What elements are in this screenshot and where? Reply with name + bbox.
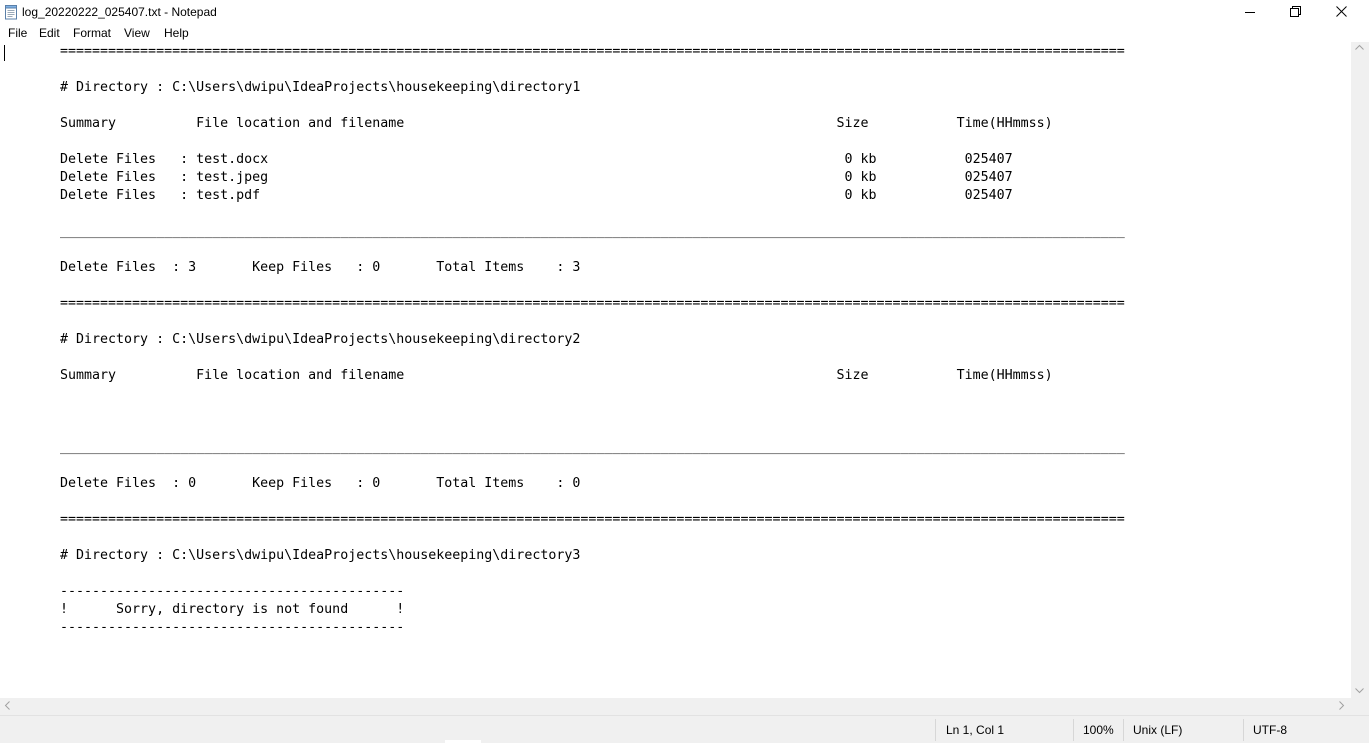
document-text: ========================================… [60, 43, 1125, 637]
scroll-right-icon[interactable] [1339, 701, 1345, 710]
menu-bar: File Edit Format View Help [0, 23, 1369, 42]
scroll-up-icon[interactable] [1355, 44, 1364, 50]
close-button[interactable] [1318, 0, 1364, 23]
close-icon [1335, 6, 1347, 17]
status-line-ending: Unix (LF) [1133, 723, 1183, 737]
status-cursor-position: Ln 1, Col 1 [946, 723, 1005, 737]
text-line: Delete Files : test.jpeg 0 kb 025407 [60, 170, 1013, 185]
status-bar: Ln 1, Col 1 100% Unix (LF) UTF-8 [0, 715, 1369, 743]
text-line: Delete Files : 3 Keep Files : 0 Total It… [60, 260, 581, 275]
text-line: ________________________________________… [60, 440, 1125, 455]
status-divider [1073, 719, 1074, 741]
status-encoding: UTF-8 [1253, 723, 1287, 737]
vertical-scrollbar[interactable] [1351, 42, 1369, 698]
text-line [60, 61, 1125, 79]
text-line [60, 349, 1125, 367]
menu-format[interactable]: Format [73, 25, 111, 41]
text-caret [4, 45, 5, 61]
text-line: # Directory : C:\Users\dwipu\IdeaProject… [60, 80, 581, 95]
text-line: # Directory : C:\Users\dwipu\IdeaProject… [60, 332, 581, 347]
menu-file[interactable]: File [8, 25, 27, 41]
notepad-icon [4, 4, 18, 20]
text-line [60, 421, 1125, 439]
menu-help[interactable]: Help [164, 25, 189, 41]
text-line: Delete Files : test.docx 0 kb 025407 [60, 152, 1013, 167]
text-line: ========================================… [60, 44, 1125, 59]
menu-view[interactable]: View [124, 25, 150, 41]
scroll-left-icon[interactable] [4, 701, 10, 710]
minimize-button[interactable] [1227, 0, 1273, 23]
window-title: log_20220222_025407.txt - Notepad [22, 5, 217, 19]
scroll-down-icon[interactable] [1355, 688, 1364, 694]
status-divider [1243, 719, 1244, 741]
text-line: ! Sorry, directory is not found ! [60, 602, 405, 617]
text-line: Delete Files : test.pdf 0 kb 025407 [60, 188, 1013, 203]
text-line: Summary File location and filename Size … [60, 368, 1053, 383]
text-line: ----------------------------------------… [60, 620, 405, 635]
text-line [60, 403, 1125, 421]
menu-edit[interactable]: Edit [39, 25, 60, 41]
text-line [60, 529, 1125, 547]
title-bar[interactable]: log_20220222_025407.txt - Notepad [0, 0, 1369, 23]
horizontal-scrollbar[interactable] [0, 698, 1351, 715]
status-zoom: 100% [1083, 723, 1114, 737]
text-line: Delete Files : 0 Keep Files : 0 Total It… [60, 476, 581, 491]
text-line [60, 277, 1125, 295]
text-line [60, 565, 1125, 583]
text-line [60, 241, 1125, 259]
text-line [60, 97, 1125, 115]
status-divider [935, 719, 936, 741]
text-line: # Directory : C:\Users\dwipu\IdeaProject… [60, 548, 581, 563]
text-line [60, 457, 1125, 475]
text-line [60, 493, 1125, 511]
text-line: ----------------------------------------… [60, 584, 405, 599]
scrollbar-corner [1351, 698, 1369, 715]
text-line: ========================================… [60, 512, 1125, 527]
restore-icon [1289, 6, 1301, 17]
text-line: Summary File location and filename Size … [60, 116, 1053, 131]
text-line: ________________________________________… [60, 224, 1125, 239]
text-editor[interactable]: ========================================… [0, 42, 1351, 698]
text-line [60, 313, 1125, 331]
text-line [60, 385, 1125, 403]
restore-button[interactable] [1272, 0, 1318, 23]
text-line [60, 133, 1125, 151]
text-line: ========================================… [60, 296, 1125, 311]
minimize-icon [1245, 11, 1255, 13]
text-line [60, 205, 1125, 223]
status-divider [1123, 719, 1124, 741]
